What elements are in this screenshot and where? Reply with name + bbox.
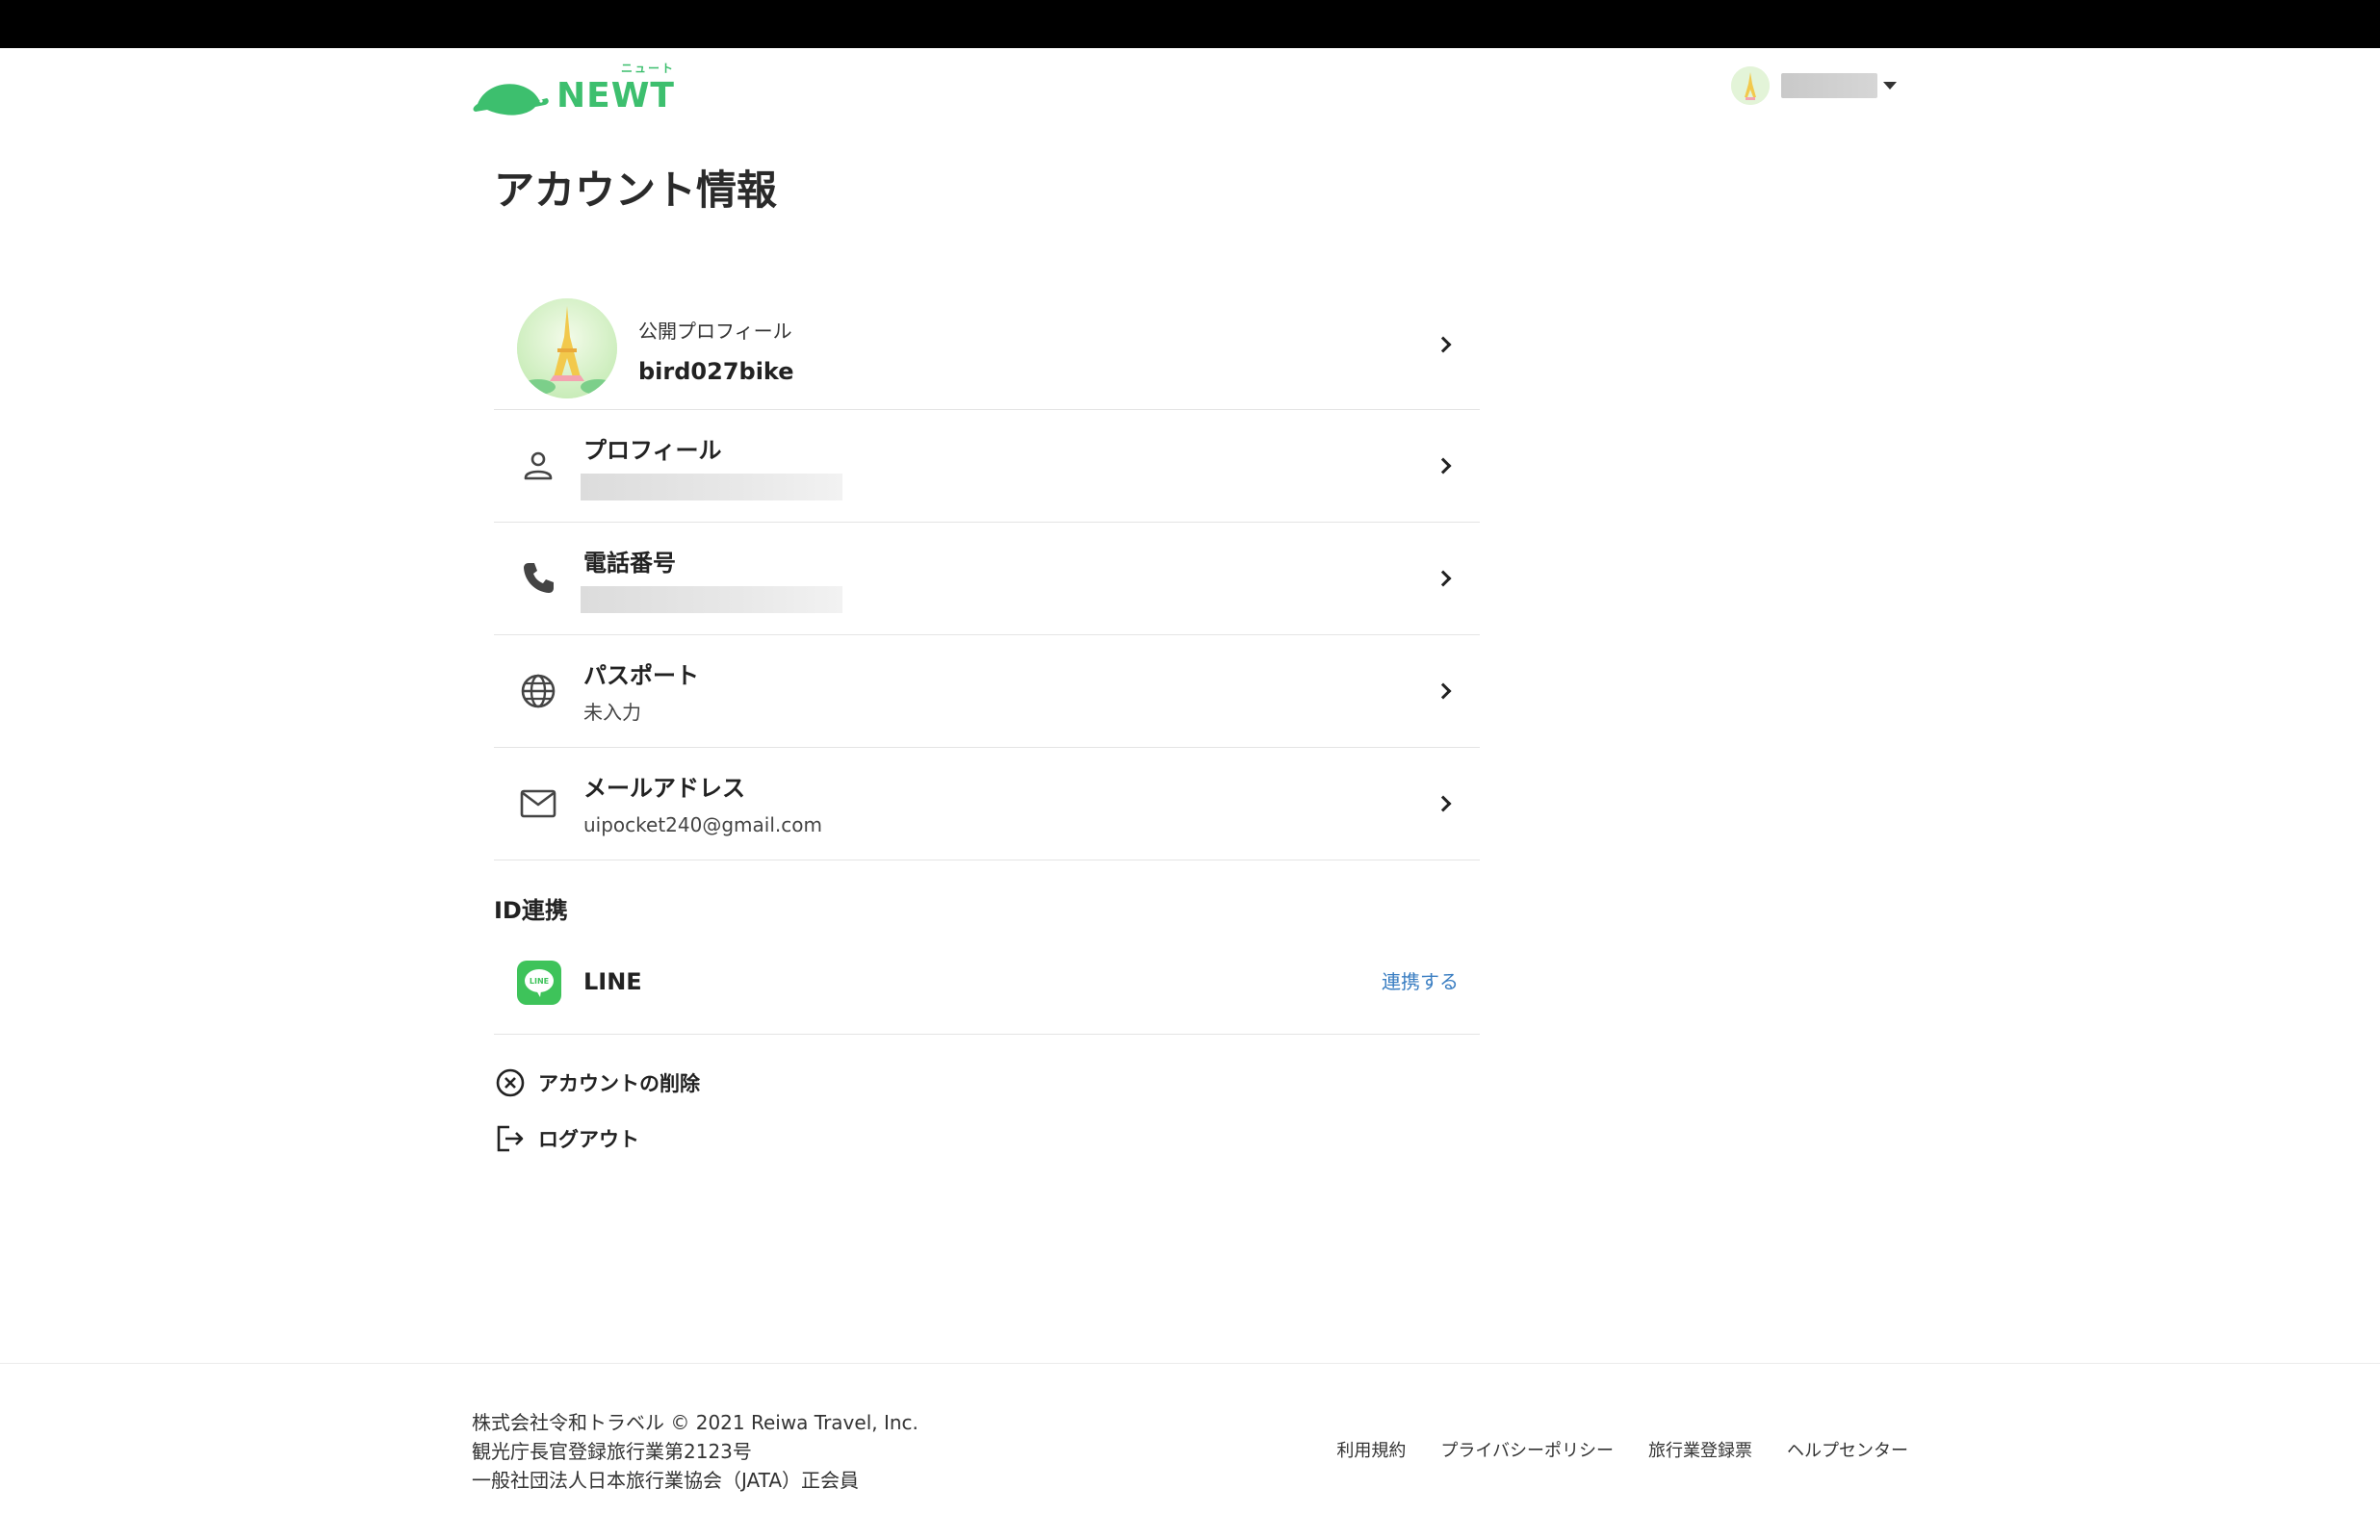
line-icon-text: LINE [530,977,549,986]
site-header: ニュート NEWT [0,48,2380,125]
jata-membership: 一般社団法人日本旅行業協会（JATA）正会員 [472,1469,860,1492]
travel-registration-link[interactable]: 旅行業登録票 [1648,1437,1752,1462]
company-copyright: 株式会社令和トラベル © 2021 Reiwa Travel, Inc. [472,1411,918,1434]
public-profile-row[interactable]: 公開プロフィール bird027bike [494,279,1480,410]
travel-registration: 観光庁長官登録旅行業第2123号 [472,1440,752,1463]
line-app-icon: LINE [517,961,561,1005]
eiffel-tower-icon [1731,66,1770,105]
logout-icon [497,1125,524,1152]
profile-title: プロフィール [583,437,722,464]
public-profile-label: 公開プロフィール [638,320,792,343]
terms-link[interactable]: 利用規約 [1336,1437,1406,1462]
logo-wordmark: ニュート NEWT [556,62,675,117]
user-menu-button[interactable] [1731,65,1897,106]
email-title: メールアドレス [583,775,745,802]
browser-top-bar [0,0,2380,48]
line-provider-label: LINE [583,968,642,995]
logo-name: NEWT [556,76,675,116]
turtle-logo-icon [473,84,549,116]
user-name-redacted [1781,73,1877,98]
profile-row[interactable]: プロフィール [494,410,1480,523]
public-profile-username: bird027bike [638,358,794,385]
close-circle-icon [496,1068,525,1097]
chevron-right-icon [1435,570,1452,587]
chevron-right-icon [1435,682,1452,700]
passport-title: パスポート [583,662,699,689]
passport-row[interactable]: パスポート 未入力 [494,635,1480,748]
chevron-right-icon [1435,336,1452,352]
public-profile-avatar [517,298,617,398]
site-footer: 株式会社令和トラベル © 2021 Reiwa Travel, Inc. 観光庁… [0,1363,2380,1540]
globe-icon [521,674,556,708]
chevron-down-icon [1883,82,1897,90]
delete-account-button[interactable]: アカウントの削除 [494,1064,700,1102]
page-title: アカウント情報 [494,167,778,214]
logout-label: ログアウト [538,1128,639,1151]
delete-account-label: アカウントの削除 [538,1072,700,1095]
logo-ruby: ニュート [620,62,675,75]
mail-icon [520,789,556,818]
passport-value: 未入力 [583,701,641,724]
id-link-section-title: ID連携 [494,897,568,924]
phone-title: 電話番号 [583,550,676,577]
logout-button[interactable]: ログアウト [494,1119,639,1158]
phone-row[interactable]: 電話番号 [494,523,1480,635]
email-row[interactable]: メールアドレス uipocket240@gmail.com [494,748,1480,860]
phone-icon [524,563,554,593]
eiffel-tower-icon [517,298,617,398]
avatar [1731,66,1770,105]
company-info: 株式会社令和トラベル © 2021 Reiwa Travel, Inc. 観光庁… [472,1408,918,1495]
privacy-policy-link[interactable]: プライバシーポリシー [1440,1437,1614,1462]
line-connect-link[interactable]: 連携する [1382,968,1459,995]
help-center-link[interactable]: ヘルプセンター [1787,1437,1908,1462]
person-icon [524,451,553,480]
profile-value-redacted [581,474,842,500]
account-settings-list: 公開プロフィール bird027bike プロフィール 電話番号 パスポート 未… [494,279,1480,860]
footer-links: 利用規約 プライバシーポリシー 旅行業登録票 ヘルプセンター [1336,1437,1908,1462]
phone-value-redacted [581,586,842,613]
chevron-right-icon [1435,795,1452,812]
email-value: uipocket240@gmail.com [583,813,822,836]
newt-logo[interactable]: ニュート NEWT [472,60,675,117]
line-link-row: LINE LINE 連携する [494,943,1480,1035]
chevron-right-icon [1435,457,1452,475]
